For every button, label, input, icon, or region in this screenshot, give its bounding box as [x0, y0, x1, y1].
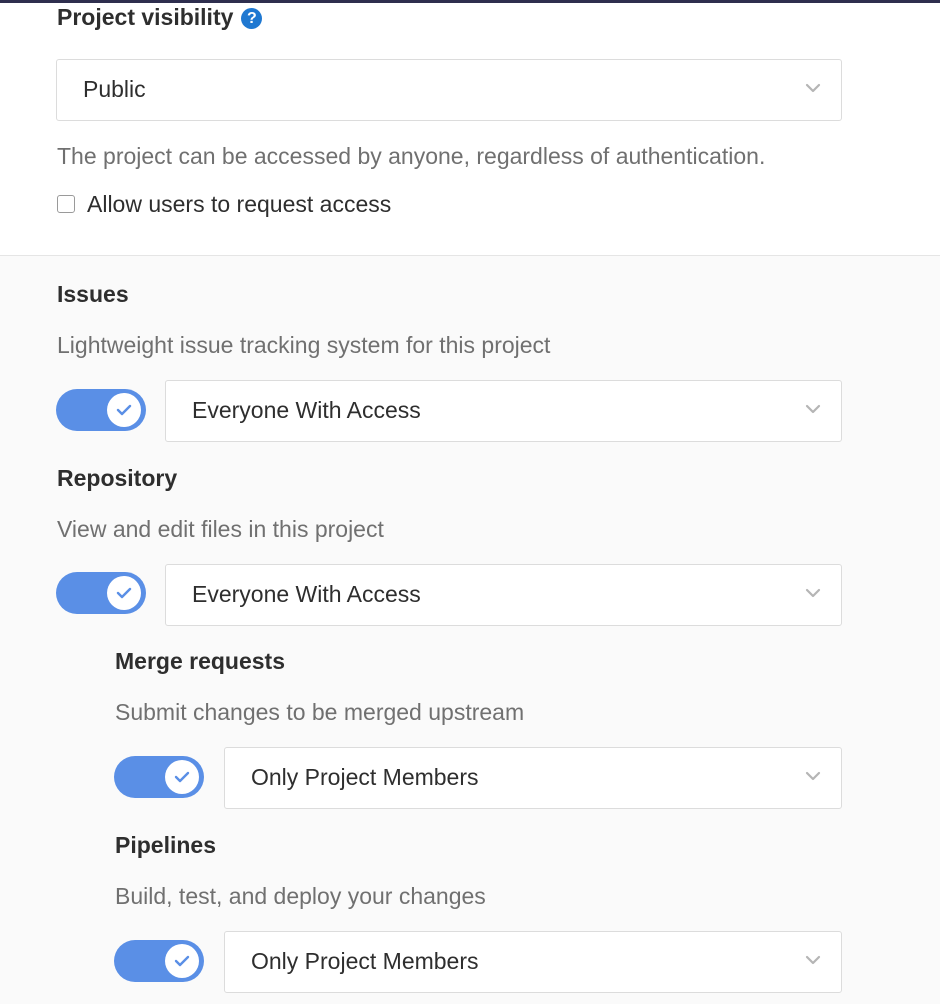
visibility-title: Project visibility?	[57, 3, 263, 31]
pipelines-access-select[interactable]: Only Project Members	[224, 931, 842, 993]
check-icon	[174, 771, 190, 783]
pipelines-toggle[interactable]	[114, 940, 204, 982]
repository-access-select[interactable]: Everyone With Access	[165, 564, 842, 626]
toggle-knob	[165, 760, 199, 794]
issues-access-select[interactable]: Everyone With Access	[165, 380, 842, 442]
visibility-description: The project can be accessed by anyone, r…	[57, 143, 766, 169]
chevron-down-icon	[805, 404, 821, 414]
repository-description: View and edit files in this project	[57, 516, 384, 542]
merge-requests-access-select[interactable]: Only Project Members	[224, 747, 842, 809]
chevron-down-icon	[805, 771, 821, 781]
check-icon	[116, 404, 132, 416]
visibility-select[interactable]: Public	[56, 59, 842, 121]
repository-access-value: Everyone With Access	[192, 581, 421, 607]
visibility-panel: Project visibility? Public The project c…	[0, 3, 940, 256]
chevron-down-icon	[805, 955, 821, 965]
issues-toggle[interactable]	[56, 389, 146, 431]
help-icon[interactable]: ?	[241, 8, 263, 29]
issues-description: Lightweight issue tracking system for th…	[57, 332, 551, 358]
request-access-checkbox[interactable]	[57, 195, 75, 213]
chevron-down-icon	[805, 588, 821, 598]
repository-toggle[interactable]	[56, 572, 146, 614]
merge-requests-toggle[interactable]	[114, 756, 204, 798]
toggle-knob	[107, 393, 141, 427]
pipelines-access-value: Only Project Members	[251, 948, 479, 974]
check-icon	[174, 955, 190, 967]
issues-access-value: Everyone With Access	[192, 397, 421, 423]
issues-title: Issues	[57, 281, 129, 307]
merge-requests-description: Submit changes to be merged upstream	[115, 699, 525, 725]
request-access-label[interactable]: Allow users to request access	[87, 191, 391, 218]
visibility-select-value: Public	[83, 76, 146, 102]
toggle-knob	[165, 944, 199, 978]
check-icon	[116, 587, 132, 599]
chevron-down-icon	[805, 83, 821, 93]
pipelines-description: Build, test, and deploy your changes	[115, 883, 486, 909]
request-access-row: Allow users to request access	[57, 189, 391, 219]
merge-requests-access-value: Only Project Members	[251, 764, 479, 790]
pipelines-title: Pipelines	[115, 832, 216, 858]
toggle-knob	[107, 576, 141, 610]
visibility-title-text: Project visibility	[57, 4, 234, 30]
merge-requests-title: Merge requests	[115, 648, 286, 674]
repository-title: Repository	[57, 465, 178, 491]
